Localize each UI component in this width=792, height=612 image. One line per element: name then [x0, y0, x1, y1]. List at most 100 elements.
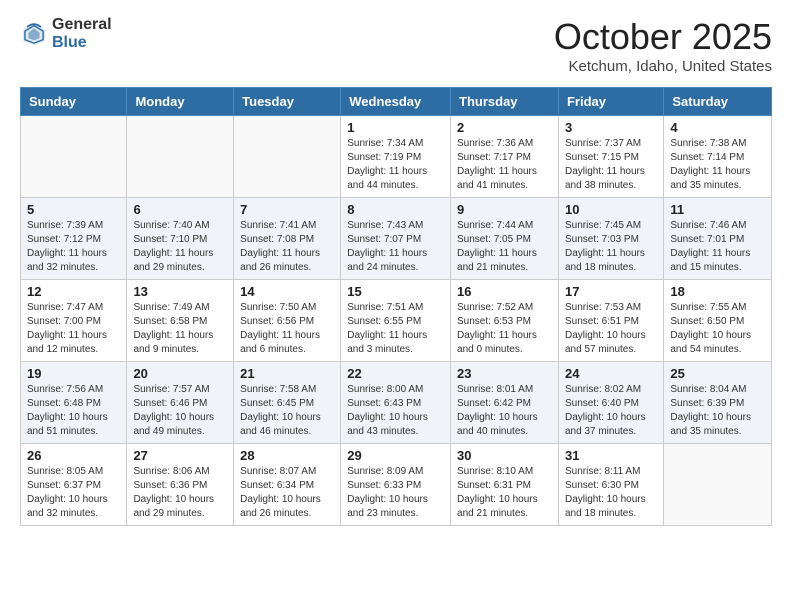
day-info: Sunrise: 7:36 AM Sunset: 7:17 PM Dayligh… [457, 137, 552, 193]
calendar-cell: 18 Sunrise: 7:55 AM Sunset: 6:50 PM Dayli… [664, 280, 772, 362]
day-info: Sunrise: 8:07 AM Sunset: 6:34 PM Dayligh… [240, 465, 334, 521]
day-info: Sunrise: 7:57 AM Sunset: 6:46 PM Dayligh… [133, 383, 227, 439]
title-block: October 2025 Ketchum, Idaho, United Stat… [554, 16, 772, 75]
calendar-week-row: 5Sunrise: 7:39 AM Sunset: 7:12 PM Daylig… [21, 198, 772, 280]
day-number: 30 [457, 448, 552, 463]
day-info: Sunrise: 7:34 AM Sunset: 7:19 PM Dayligh… [347, 137, 444, 193]
page-header: General Blue October 2025 Ketchum, Idaho… [20, 16, 772, 75]
day-number: 20 [133, 366, 227, 381]
day-number: 15 [347, 284, 444, 299]
calendar-cell: 7 Sunrise: 7:41 AM Sunset: 7:08 PM Daylig… [234, 198, 341, 280]
day-info: Sunrise: 7:41 AM Sunset: 7:08 PM Dayligh… [240, 219, 334, 275]
weekday-header-row: SundayMondayTuesdayWednesdayThursdayFrid… [21, 88, 772, 116]
weekday-header: Friday [558, 88, 663, 116]
weekday-header: Sunday [21, 88, 127, 116]
calendar-cell: 12 Sunrise: 7:47 AM Sunset: 7:00 PM Dayli… [21, 280, 127, 362]
calendar-cell: 10Sunrise: 7:45 AM Sunset: 7:03 PM Dayli… [558, 198, 663, 280]
day-number: 21 [240, 366, 334, 381]
day-number: 12 [27, 284, 120, 299]
logo: General Blue [20, 16, 112, 51]
day-number: 22 [347, 366, 444, 381]
day-info: Sunrise: 7:56 AM Sunset: 6:48 PM Dayligh… [27, 383, 120, 439]
calendar-cell [664, 444, 772, 526]
calendar-cell: 11 Sunrise: 7:46 AM Sunset: 7:01 PM Dayli… [664, 198, 772, 280]
day-number: 1 [347, 120, 444, 135]
day-number: 14 [240, 284, 334, 299]
calendar-cell: 29Sunrise: 8:09 AM Sunset: 6:33 PM Dayli… [341, 444, 451, 526]
day-info: Sunrise: 7:45 AM Sunset: 7:03 PM Dayligh… [565, 219, 657, 275]
location-subtitle: Ketchum, Idaho, United States [554, 58, 772, 75]
day-info: Sunrise: 8:04 AM Sunset: 6:39 PM Dayligh… [670, 383, 765, 439]
day-info: Sunrise: 8:10 AM Sunset: 6:31 PM Dayligh… [457, 465, 552, 521]
calendar-cell: 24 Sunrise: 8:02 AM Sunset: 6:40 PM Dayli… [558, 362, 663, 444]
logo-general: General [52, 16, 112, 34]
calendar-cell: 30 Sunrise: 8:10 AM Sunset: 6:31 PM Dayli… [451, 444, 559, 526]
day-number: 3 [565, 120, 657, 135]
calendar-cell [234, 116, 341, 198]
calendar-cell: 27Sunrise: 8:06 AM Sunset: 6:36 PM Dayli… [127, 444, 234, 526]
calendar-cell: 6 Sunrise: 7:40 AM Sunset: 7:10 PM Daylig… [127, 198, 234, 280]
calendar-cell: 17 Sunrise: 7:53 AM Sunset: 6:51 PM Dayli… [558, 280, 663, 362]
calendar-table: SundayMondayTuesdayWednesdayThursdayFrid… [20, 87, 772, 526]
calendar-cell [21, 116, 127, 198]
calendar-cell: 8 Sunrise: 7:43 AM Sunset: 7:07 PM Daylig… [341, 198, 451, 280]
day-number: 24 [565, 366, 657, 381]
day-info: Sunrise: 8:02 AM Sunset: 6:40 PM Dayligh… [565, 383, 657, 439]
day-info: Sunrise: 7:47 AM Sunset: 7:00 PM Dayligh… [27, 301, 120, 357]
calendar-cell: 21 Sunrise: 7:58 AM Sunset: 6:45 PM Dayli… [234, 362, 341, 444]
calendar-cell [127, 116, 234, 198]
calendar-week-row: 19Sunrise: 7:56 AM Sunset: 6:48 PM Dayli… [21, 362, 772, 444]
calendar-cell: 14 Sunrise: 7:50 AM Sunset: 6:56 PM Dayli… [234, 280, 341, 362]
day-number: 6 [133, 202, 227, 217]
day-info: Sunrise: 7:55 AM Sunset: 6:50 PM Dayligh… [670, 301, 765, 357]
day-info: Sunrise: 7:38 AM Sunset: 7:14 PM Dayligh… [670, 137, 765, 193]
calendar-cell: 15 Sunrise: 7:51 AM Sunset: 6:55 PM Dayli… [341, 280, 451, 362]
day-info: Sunrise: 7:40 AM Sunset: 7:10 PM Dayligh… [133, 219, 227, 275]
day-number: 28 [240, 448, 334, 463]
day-info: Sunrise: 7:53 AM Sunset: 6:51 PM Dayligh… [565, 301, 657, 357]
logo-icon [20, 20, 48, 48]
calendar-cell: 1 Sunrise: 7:34 AM Sunset: 7:19 PM Daylig… [341, 116, 451, 198]
day-info: Sunrise: 7:46 AM Sunset: 7:01 PM Dayligh… [670, 219, 765, 275]
day-info: Sunrise: 8:05 AM Sunset: 6:37 PM Dayligh… [27, 465, 120, 521]
weekday-header: Monday [127, 88, 234, 116]
calendar-cell: 26 Sunrise: 8:05 AM Sunset: 6:37 PM Dayli… [21, 444, 127, 526]
day-info: Sunrise: 7:43 AM Sunset: 7:07 PM Dayligh… [347, 219, 444, 275]
day-number: 26 [27, 448, 120, 463]
calendar-week-row: 1 Sunrise: 7:34 AM Sunset: 7:19 PM Daylig… [21, 116, 772, 198]
calendar-cell: 16 Sunrise: 7:52 AM Sunset: 6:53 PM Dayli… [451, 280, 559, 362]
day-number: 17 [565, 284, 657, 299]
day-number: 29 [347, 448, 444, 463]
calendar-cell: 28 Sunrise: 8:07 AM Sunset: 6:34 PM Dayli… [234, 444, 341, 526]
calendar-cell: 3Sunrise: 7:37 AM Sunset: 7:15 PM Daylig… [558, 116, 663, 198]
calendar-cell: 13Sunrise: 7:49 AM Sunset: 6:58 PM Dayli… [127, 280, 234, 362]
calendar-week-row: 12 Sunrise: 7:47 AM Sunset: 7:00 PM Dayli… [21, 280, 772, 362]
day-info: Sunrise: 7:51 AM Sunset: 6:55 PM Dayligh… [347, 301, 444, 357]
calendar-cell: 9 Sunrise: 7:44 AM Sunset: 7:05 PM Daylig… [451, 198, 559, 280]
calendar-cell: 31Sunrise: 8:11 AM Sunset: 6:30 PM Dayli… [558, 444, 663, 526]
weekday-header: Wednesday [341, 88, 451, 116]
day-info: Sunrise: 7:49 AM Sunset: 6:58 PM Dayligh… [133, 301, 227, 357]
day-number: 9 [457, 202, 552, 217]
day-number: 27 [133, 448, 227, 463]
day-info: Sunrise: 7:58 AM Sunset: 6:45 PM Dayligh… [240, 383, 334, 439]
day-info: Sunrise: 7:52 AM Sunset: 6:53 PM Dayligh… [457, 301, 552, 357]
logo-blue: Blue [52, 34, 112, 52]
calendar-cell: 20 Sunrise: 7:57 AM Sunset: 6:46 PM Dayli… [127, 362, 234, 444]
day-number: 7 [240, 202, 334, 217]
day-info: Sunrise: 7:44 AM Sunset: 7:05 PM Dayligh… [457, 219, 552, 275]
day-number: 23 [457, 366, 552, 381]
day-number: 18 [670, 284, 765, 299]
day-number: 16 [457, 284, 552, 299]
day-info: Sunrise: 7:39 AM Sunset: 7:12 PM Dayligh… [27, 219, 120, 275]
day-number: 11 [670, 202, 765, 217]
calendar-cell: 22 Sunrise: 8:00 AM Sunset: 6:43 PM Dayli… [341, 362, 451, 444]
calendar-cell: 5Sunrise: 7:39 AM Sunset: 7:12 PM Daylig… [21, 198, 127, 280]
calendar-cell: 25Sunrise: 8:04 AM Sunset: 6:39 PM Dayli… [664, 362, 772, 444]
day-info: Sunrise: 8:11 AM Sunset: 6:30 PM Dayligh… [565, 465, 657, 521]
day-info: Sunrise: 8:00 AM Sunset: 6:43 PM Dayligh… [347, 383, 444, 439]
day-number: 8 [347, 202, 444, 217]
day-info: Sunrise: 7:50 AM Sunset: 6:56 PM Dayligh… [240, 301, 334, 357]
calendar-cell: 19Sunrise: 7:56 AM Sunset: 6:48 PM Dayli… [21, 362, 127, 444]
month-title: October 2025 [554, 16, 772, 58]
